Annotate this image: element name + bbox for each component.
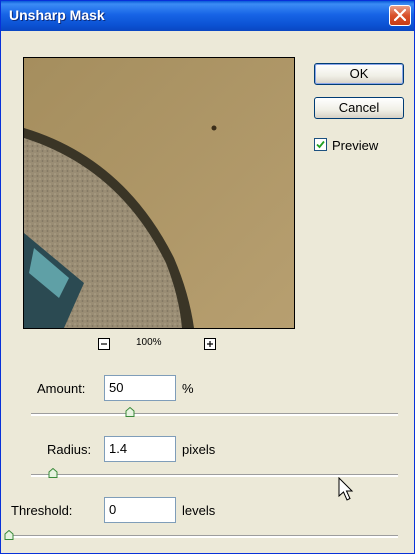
- threshold-unit: levels: [182, 503, 216, 518]
- preview-checkbox[interactable]: [314, 138, 327, 151]
- zoom-level: 100%: [136, 337, 162, 348]
- amount-unit: %: [182, 381, 194, 396]
- radius-unit: pixels: [182, 442, 216, 457]
- close-icon: [394, 9, 406, 21]
- checkmark-icon: [316, 140, 325, 149]
- radius-slider-thumb[interactable]: [48, 468, 58, 478]
- threshold-slider-track[interactable]: [9, 535, 398, 538]
- radius-label: Radius:: [47, 442, 92, 457]
- close-button[interactable]: [389, 5, 411, 26]
- threshold-slider-thumb[interactable]: [4, 530, 14, 540]
- amount-label: Amount:: [37, 381, 86, 396]
- title-bar[interactable]: Unsharp Mask: [1, 1, 414, 31]
- cancel-button[interactable]: Cancel: [314, 97, 404, 119]
- unsharp-mask-dialog: Unsharp Mask 100% OK Cancel Preview Amou…: [0, 0, 415, 554]
- ok-button[interactable]: OK: [314, 63, 404, 85]
- preview-image[interactable]: [23, 57, 295, 329]
- amount-slider-track[interactable]: [31, 413, 398, 416]
- amount-input[interactable]: 50: [104, 375, 176, 401]
- threshold-label: Threshold:: [11, 503, 73, 518]
- zoom-in-button[interactable]: [204, 338, 216, 350]
- preview-checkbox-label: Preview: [332, 138, 379, 153]
- plus-icon: [207, 341, 213, 347]
- amount-slider-thumb[interactable]: [125, 407, 135, 417]
- mouse-cursor-icon: [338, 477, 354, 501]
- minus-icon: [101, 343, 107, 345]
- threshold-input[interactable]: 0: [104, 497, 176, 523]
- zoom-out-button[interactable]: [98, 338, 110, 350]
- window-title: Unsharp Mask: [9, 7, 105, 23]
- radius-input[interactable]: 1.4: [104, 436, 176, 462]
